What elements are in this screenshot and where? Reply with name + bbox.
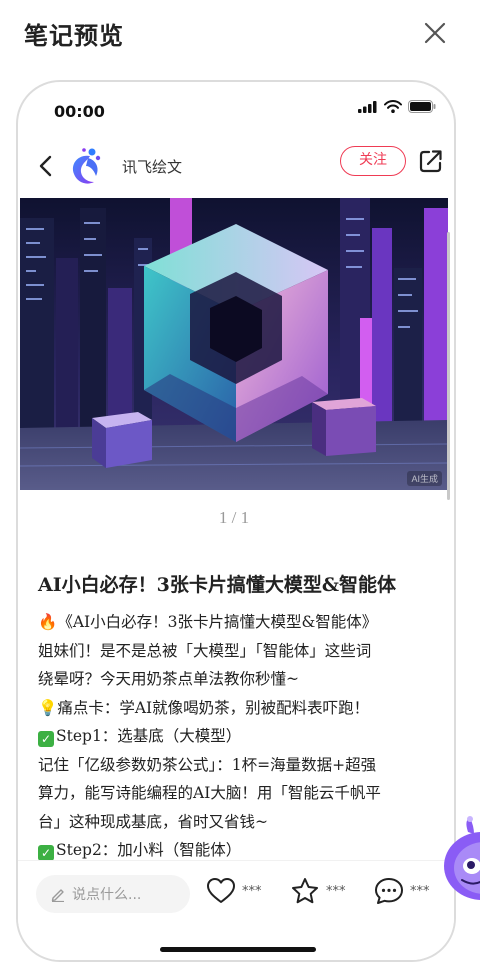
note-cover-image[interactable]: AI生成 xyxy=(20,198,448,490)
collect-button[interactable]: *** xyxy=(290,877,346,905)
body-line: ✓ Step1：选基底（大模型） xyxy=(38,722,442,751)
body-line: 🔥《AI小白必存！3张卡片搞懂大模型&智能体》 xyxy=(38,613,378,631)
author-avatar[interactable] xyxy=(68,146,104,188)
close-icon xyxy=(424,22,446,44)
chevron-left-icon xyxy=(39,155,52,177)
body-line: 姐妹们！是不是总被「大模型」「智能体」这些词 xyxy=(38,641,372,660)
comment-bubble-icon xyxy=(375,878,403,904)
signal-icon xyxy=(358,100,377,113)
preview-header: 笔记预览 xyxy=(0,0,480,66)
author-name[interactable]: 讯飞绘文 xyxy=(122,156,182,177)
scrollbar[interactable] xyxy=(447,232,450,500)
status-icons xyxy=(358,100,436,113)
assistant-mascot[interactable] xyxy=(440,816,480,906)
collect-count: *** xyxy=(326,883,346,899)
fire-icon: 🔥 xyxy=(38,613,58,631)
note-body: 🔥《AI小白必存！3张卡片搞懂大模型&智能体》 姐妹们！是不是总被「大模型」「智… xyxy=(38,608,442,865)
share-button[interactable] xyxy=(418,148,444,174)
lightbulb-icon: 💡 xyxy=(38,698,58,717)
like-count: *** xyxy=(242,883,262,899)
back-button[interactable] xyxy=(36,152,56,180)
close-button[interactable] xyxy=(420,18,450,48)
comment-placeholder: 说点什么... xyxy=(72,887,142,903)
ai-generated-tag: AI生成 xyxy=(407,471,442,486)
wifi-icon xyxy=(384,100,402,113)
page-title: 笔记预览 xyxy=(24,22,124,50)
comment-input[interactable]: 说点什么... xyxy=(36,875,190,913)
phone-frame: 00:00 讯飞绘文 关注 AI生成 1 / 1 AI小白必存！3张卡片搞懂大模… xyxy=(16,80,456,962)
note-title: AI小白必存！3张卡片搞懂大模型&智能体 xyxy=(38,574,397,596)
body-line: 台」这种现成基底，省时又省钱~ xyxy=(38,812,268,831)
star-icon xyxy=(292,878,318,904)
share-icon xyxy=(419,150,442,173)
comment-count: *** xyxy=(410,883,430,899)
follow-button[interactable]: 关注 xyxy=(340,146,406,176)
body-line: 记住「亿级参数奶茶公式」：1杯=海量数据+超强 xyxy=(38,755,377,774)
battery-icon xyxy=(408,100,436,113)
pencil-icon xyxy=(51,889,64,902)
note-nav-bar: 讯飞绘文 关注 xyxy=(18,138,454,198)
comment-button[interactable]: *** xyxy=(374,877,430,905)
body-line: 绕晕呀？今天用奶茶点单法教你秒懂~ xyxy=(38,670,299,688)
note-footer: 说点什么... *** *** *** xyxy=(18,860,454,960)
iflytek-logo-icon xyxy=(72,148,101,184)
check-mark-icon: ✓ xyxy=(38,731,54,747)
home-indicator xyxy=(160,947,316,952)
mascot-icon xyxy=(444,816,480,900)
ai-cube-illustration xyxy=(20,198,448,490)
body-line: 算力，能写诗能编程的AI大脑！用「智能云千帆平 xyxy=(38,784,381,802)
heart-icon xyxy=(207,878,235,903)
status-bar: 00:00 xyxy=(18,82,454,138)
body-line: 💡痛点卡：学AI就像喝奶茶，别被配料表吓跑！ xyxy=(38,698,370,717)
like-button[interactable]: *** xyxy=(206,877,262,905)
image-pager: 1 / 1 xyxy=(218,508,250,527)
status-time: 00:00 xyxy=(54,102,105,121)
check-mark-icon: ✓ xyxy=(38,845,54,861)
